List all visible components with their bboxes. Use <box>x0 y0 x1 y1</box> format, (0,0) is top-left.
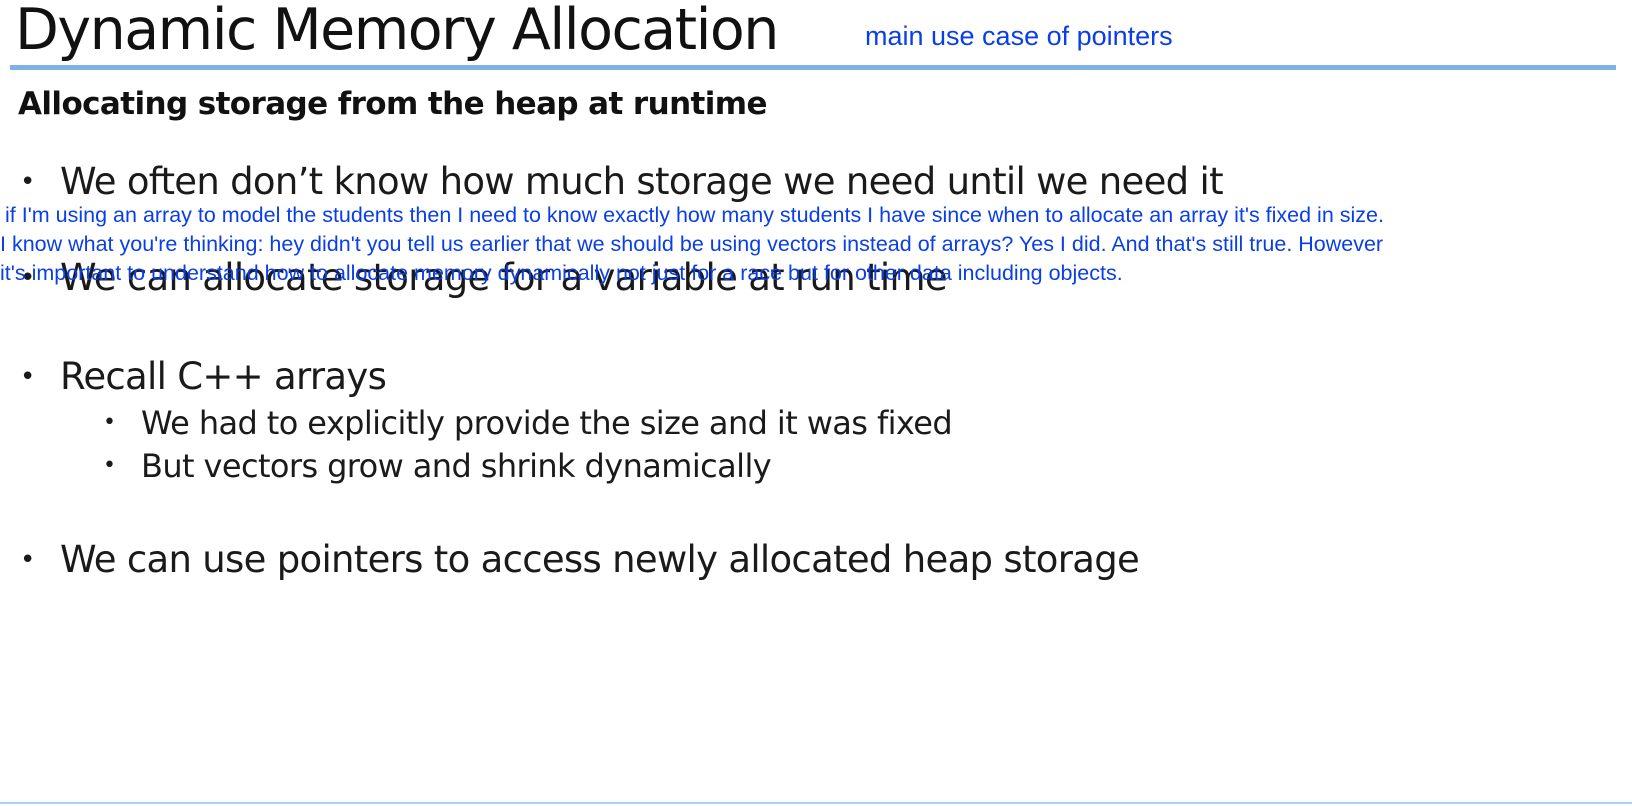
side-annotation: main use case of pointers <box>865 21 1173 51</box>
bullet-text: We often don’t know how much storage we … <box>60 160 1224 203</box>
bullet-marker: • <box>20 167 35 197</box>
bullet-item: • We often don’t know how much storage w… <box>20 159 1224 205</box>
sub-bullet-item: • We had to explicitly provide the size … <box>103 403 953 443</box>
bullet-item: • We can use pointers to access newly al… <box>20 537 1140 583</box>
bullet-marker: • <box>103 453 116 478</box>
title-underline <box>10 65 1616 70</box>
sub-bullet-text: We had to explicitly provide the size an… <box>141 404 953 442</box>
slide-title: Dynamic Memory Allocation <box>15 0 779 63</box>
bullet-item: • Recall C++ arrays <box>20 354 387 400</box>
sub-bullet-text: But vectors grow and shrink dynamically <box>141 447 772 485</box>
bottom-divider <box>0 802 1632 804</box>
bullet-text: We can use pointers to access newly allo… <box>60 538 1140 581</box>
caption-line: it's important to understand how to allo… <box>0 261 1123 285</box>
slide-subtitle: Allocating storage from the heap at runt… <box>18 86 768 122</box>
caption-line: I know what you're thinking: hey didn't … <box>0 232 1384 256</box>
bullet-text: Recall C++ arrays <box>60 355 387 398</box>
bullet-marker: • <box>103 410 116 435</box>
sub-bullet-item: • But vectors grow and shrink dynamicall… <box>103 446 772 486</box>
caption-line: if I'm using an array to model the stude… <box>5 203 1384 227</box>
bullet-marker: • <box>20 545 35 575</box>
bullet-marker: • <box>20 362 35 392</box>
